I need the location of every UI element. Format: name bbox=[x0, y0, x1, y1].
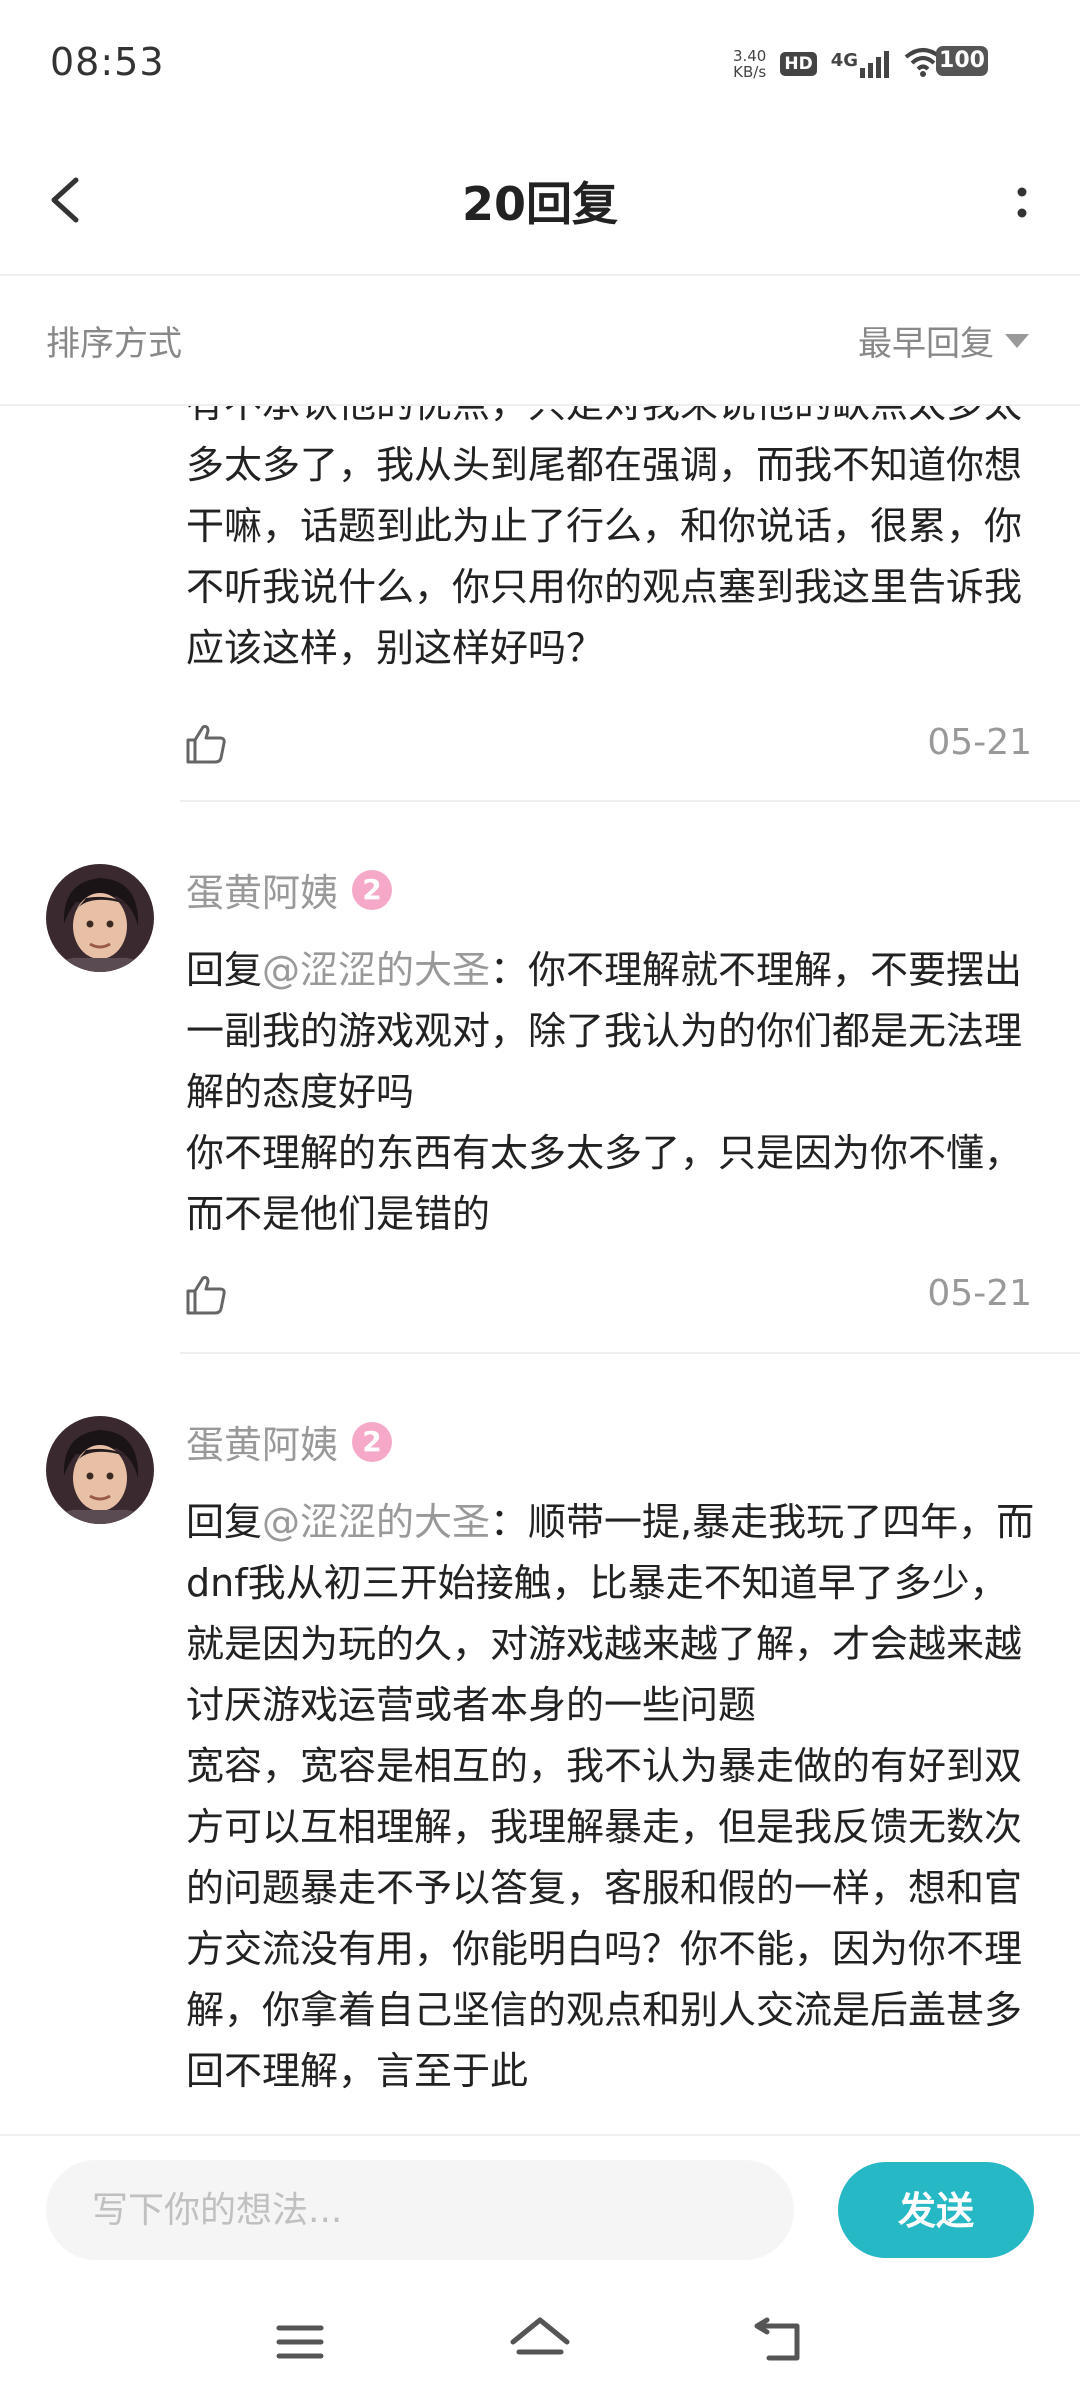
avatar[interactable] bbox=[46, 1416, 154, 1524]
status-time: 08:53 bbox=[50, 40, 165, 84]
comment-line: 你不理解的东西有太多太多了，只是因为你不懂，而不是他们是错的 bbox=[186, 1131, 1023, 1236]
mention-link[interactable]: @涩涩的大圣 bbox=[262, 1500, 490, 1544]
sort-selected-value: 最早回复 bbox=[858, 324, 994, 364]
comment-date: 05-21 bbox=[927, 722, 1032, 763]
home-icon bbox=[510, 2317, 570, 2355]
reply-prefix: 回复 bbox=[186, 1500, 263, 1544]
status-bar: 08:53 3.40 KB/s HD 4G 100 bbox=[0, 0, 1080, 128]
sort-label: 排序方式 bbox=[46, 324, 182, 364]
comment-input[interactable] bbox=[46, 2160, 794, 2260]
triangle-down-icon bbox=[1005, 333, 1029, 348]
thumbs-up-icon bbox=[186, 1276, 226, 1315]
author-name[interactable]: 蛋黄阿姨 2 bbox=[186, 1414, 393, 1469]
reply-colon: ： bbox=[490, 948, 529, 992]
comment-line: 回复@涩涩的大圣：顺带一提,暴走我玩了四年，而dnf我从初三开始接触，比暴走不知… bbox=[186, 1492, 1036, 1736]
like-button[interactable] bbox=[184, 722, 228, 766]
level-badge: 2 bbox=[352, 869, 393, 910]
back-nav-button[interactable] bbox=[745, 2312, 815, 2372]
reply-colon: ： bbox=[490, 1500, 529, 1544]
divider bbox=[180, 1352, 1080, 1354]
home-button[interactable] bbox=[505, 2312, 575, 2372]
level-badge: 2 bbox=[352, 1421, 393, 1462]
comment-text: 回复@涩涩的大圣：顺带一提,暴走我玩了四年，而dnf我从初三开始接触，比暴走不知… bbox=[186, 1492, 1036, 2102]
page-title: 20回复 bbox=[461, 177, 618, 231]
network-speed-unit: KB/s bbox=[733, 63, 767, 81]
like-button[interactable] bbox=[184, 1273, 228, 1317]
comment-text: 回复@涩涩的大圣：你不理解就不理解，不要摆出一副我的游戏观对，除了我认为的你们都… bbox=[186, 940, 1036, 1245]
more-button[interactable] bbox=[1002, 168, 1042, 238]
battery-icon: 100 bbox=[936, 46, 988, 76]
network-type-label: 4G bbox=[830, 50, 858, 71]
network-speed-value: 3.40 bbox=[732, 47, 767, 65]
avatar[interactable] bbox=[46, 864, 154, 972]
comment-line: 回复@涩涩的大圣：你不理解就不理解，不要摆出一副我的游戏观对，除了我认为的你们都… bbox=[186, 940, 1036, 1123]
system-nav-bar bbox=[0, 2282, 1080, 2408]
comment-line: 宽容，宽容是相互的，我不认为暴走做的有好到双方可以互相理解，我理解暴走，但是我反… bbox=[186, 1744, 1023, 2093]
thumbs-up-icon bbox=[186, 725, 226, 764]
comment-list[interactable]: 有不承认他的优点，只是对我来说他的缺点太多太多太多了，我从头到尾都在强调，而我不… bbox=[0, 406, 1080, 2134]
mention-link[interactable]: @涩涩的大圣 bbox=[262, 948, 490, 992]
status-icons: 3.40 KB/s HD 4G bbox=[733, 44, 942, 84]
menu-button[interactable] bbox=[265, 2312, 335, 2372]
author-name-text: 蛋黄阿姨 bbox=[186, 871, 339, 915]
author-name-text: 蛋黄阿姨 bbox=[186, 1423, 339, 1467]
sort-bar: 排序方式 最早回复 bbox=[0, 276, 1080, 406]
menu-icon bbox=[276, 2325, 324, 2359]
nav-bar: 20回复 bbox=[0, 128, 1080, 276]
avatar-image bbox=[46, 864, 154, 972]
back-nav-icon bbox=[754, 2317, 800, 2361]
comment-date: 05-21 bbox=[927, 1273, 1032, 1314]
more-vertical-icon bbox=[1017, 187, 1027, 218]
author-name[interactable]: 蛋黄阿姨 2 bbox=[186, 862, 393, 917]
sort-dropdown[interactable]: 最早回复 bbox=[858, 316, 1030, 365]
comment-text: 有不承认他的优点，只是对我来说他的缺点太多太多太多了，我从头到尾都在强调，而我不… bbox=[186, 406, 1023, 670]
signal-icon: 4G bbox=[831, 50, 890, 78]
comment-input-bar: 发送 bbox=[0, 2134, 1080, 2284]
reply-prefix: 回复 bbox=[186, 948, 263, 992]
send-button[interactable]: 发送 bbox=[838, 2162, 1034, 2258]
divider bbox=[180, 800, 1080, 802]
network-speed: 3.40 KB/s bbox=[733, 48, 766, 80]
avatar-image bbox=[46, 1416, 154, 1524]
hd-icon: HD bbox=[780, 52, 817, 76]
